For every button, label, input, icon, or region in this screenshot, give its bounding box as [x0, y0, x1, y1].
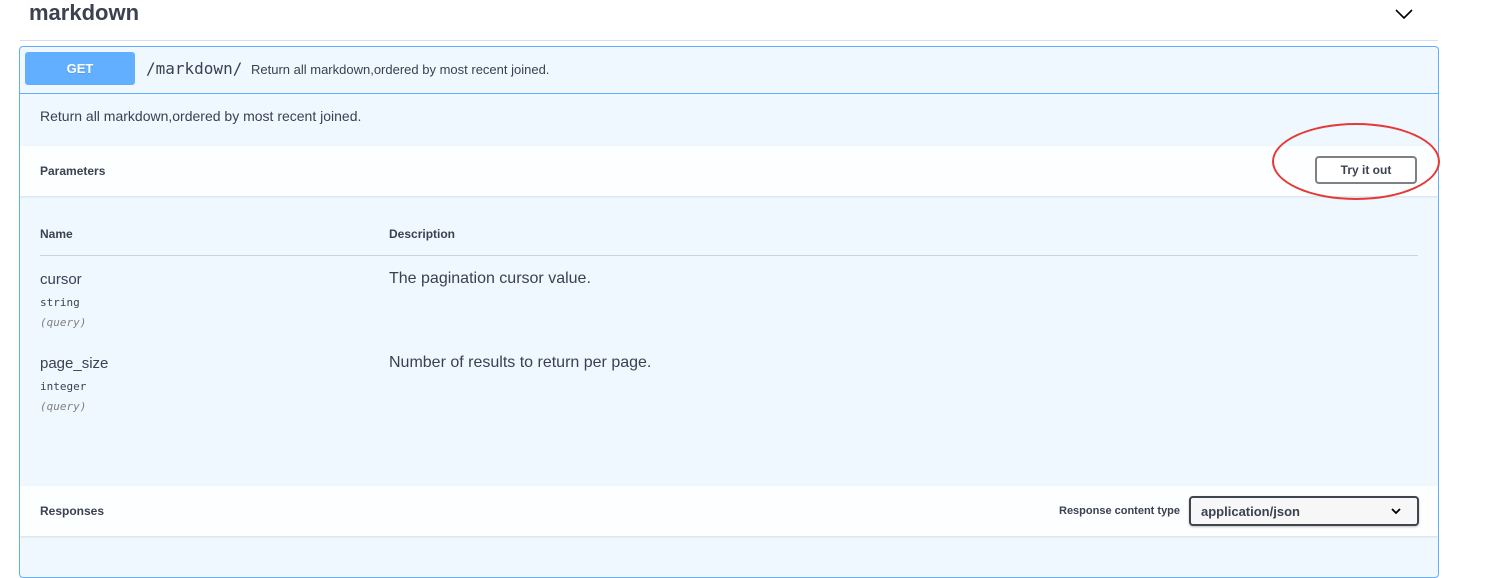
parameter-row: page_size integer (query) Number of resu… — [40, 354, 1418, 435]
parameter-name: cursor — [40, 271, 82, 288]
parameter-row: cursor string (query) The pagination cur… — [40, 270, 1418, 351]
header-divider — [40, 255, 1418, 256]
response-content-type-label: Response content type — [1059, 505, 1181, 517]
method-badge: GET — [25, 52, 135, 85]
column-header-description: Description — [389, 227, 456, 241]
parameter-name: page_size — [40, 355, 109, 372]
try-it-out-button[interactable]: Try it out — [1315, 156, 1417, 184]
operation-summary-text: Return all markdown,ordered by most rece… — [251, 62, 550, 77]
selected-content-type: application/json — [1201, 504, 1300, 519]
response-content-type-select[interactable]: application/json — [1189, 496, 1419, 526]
responses-title: Responses — [40, 504, 105, 518]
chevron-down-icon[interactable] — [1392, 2, 1416, 26]
operation-block: GET /markdown/ Return all markdown,order… — [19, 46, 1439, 578]
column-header-name: Name — [40, 227, 73, 241]
operation-summary[interactable]: GET /markdown/ Return all markdown,order… — [20, 47, 1438, 94]
responses-header: Responses Response content type applicat… — [20, 486, 1438, 536]
chevron-down-icon — [1389, 504, 1403, 518]
parameter-description: The pagination cursor value. — [389, 270, 591, 287]
parameter-description: Number of results to return per page. — [389, 354, 652, 371]
parameter-location: (query) — [40, 400, 87, 413]
parameter-type: string — [40, 296, 80, 309]
tag-title[interactable]: markdown — [29, 0, 139, 26]
parameter-location: (query) — [40, 316, 87, 329]
operation-description: Return all markdown,ordered by most rece… — [40, 108, 362, 124]
parameters-header: Parameters Try it out — [20, 146, 1438, 196]
parameter-type: integer — [40, 380, 87, 393]
parameters-title: Parameters — [40, 164, 106, 178]
tag-header[interactable]: markdown — [20, 0, 1438, 41]
operation-path: /markdown/ — [146, 59, 243, 78]
